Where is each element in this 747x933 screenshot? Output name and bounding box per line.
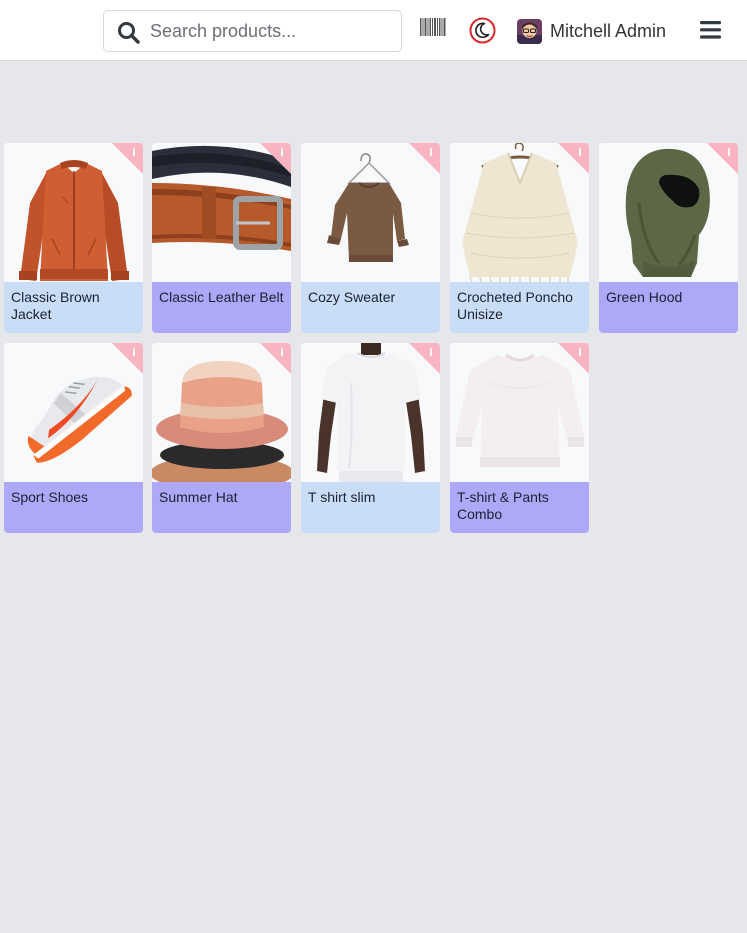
product-name: T-shirt & Pants Combo	[450, 482, 589, 533]
info-icon[interactable]: i	[260, 343, 291, 374]
product-name: Summer Hat	[152, 482, 291, 533]
user-name: Mitchell Admin	[550, 20, 667, 41]
product-name: Classic Leather Belt	[152, 282, 291, 333]
info-icon[interactable]: i	[260, 143, 291, 174]
product-name: Crocheted Poncho Unisize	[450, 282, 589, 333]
svg-text:i: i	[578, 146, 582, 159]
search-icon	[117, 21, 141, 45]
product-card-classic-brown-jacket[interactable]: i Classic Brown Jacket	[4, 143, 143, 333]
product-card-classic-leather-belt[interactable]: i Classic Leather Belt	[152, 143, 291, 333]
user-menu[interactable]: Mitchell Admin	[517, 17, 666, 45]
product-card-green-hood[interactable]: i Green Hood	[599, 143, 738, 333]
product-name: Green Hood	[599, 282, 738, 333]
avatar-icon	[517, 18, 542, 44]
search-input[interactable]	[150, 17, 390, 45]
product-card-t-shirt-slim[interactable]: i T shirt slim	[301, 343, 440, 533]
moon-icon[interactable]	[469, 17, 496, 44]
info-icon[interactable]: i	[707, 143, 738, 174]
product-card-t-shirt-pants-combo[interactable]: i T-shirt & Pants Combo	[450, 343, 589, 533]
product-name: T shirt slim	[301, 482, 440, 533]
search-box[interactable]	[103, 10, 402, 52]
svg-text:i: i	[280, 346, 284, 359]
product-name: Sport Shoes	[4, 482, 143, 533]
info-icon[interactable]: i	[409, 343, 440, 374]
svg-text:i: i	[280, 146, 284, 159]
top-navbar: Mitchell Admin	[0, 0, 747, 61]
svg-text:i: i	[727, 146, 731, 159]
barcode-icon[interactable]	[420, 18, 446, 40]
hamburger-menu-icon[interactable]	[700, 20, 722, 40]
svg-text:i: i	[578, 346, 582, 359]
product-card-crocheted-poncho-unisize[interactable]: i Crocheted Poncho Unisize	[450, 143, 589, 333]
info-icon[interactable]: i	[558, 143, 589, 174]
product-name: Cozy Sweater	[301, 282, 440, 333]
info-icon[interactable]: i	[409, 143, 440, 174]
product-card-sport-shoes[interactable]: i Sport Shoes	[4, 343, 143, 533]
info-icon[interactable]: i	[558, 343, 589, 374]
svg-text:i: i	[429, 346, 433, 359]
product-card-summer-hat[interactable]: i Summer Hat	[152, 343, 291, 533]
info-icon[interactable]: i	[112, 143, 143, 174]
product-name: Classic Brown Jacket	[4, 282, 143, 333]
product-card-cozy-sweater[interactable]: i Cozy Sweater	[301, 143, 440, 333]
svg-text:i: i	[132, 346, 136, 359]
svg-text:i: i	[429, 146, 433, 159]
info-icon[interactable]: i	[112, 343, 143, 374]
svg-text:i: i	[132, 146, 136, 159]
